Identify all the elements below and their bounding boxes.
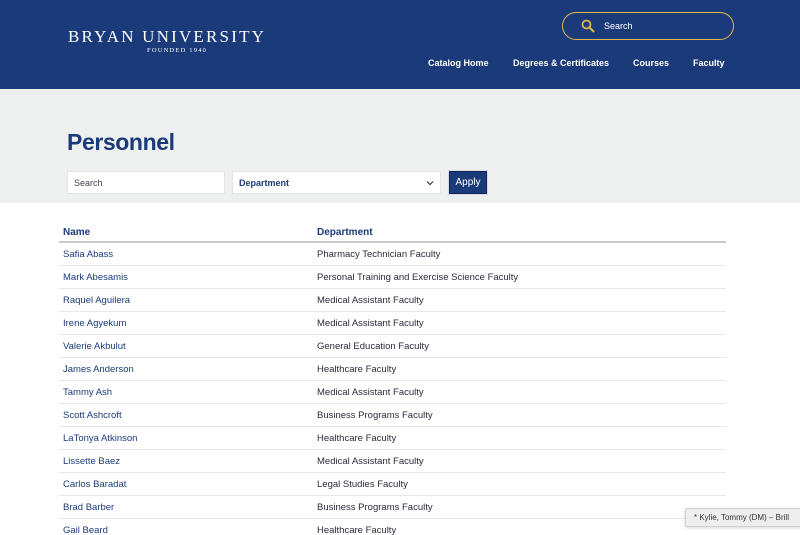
university-logo[interactable]: BRYAN UNIVERSITY FOUNDED 1940	[68, 27, 267, 55]
logo-name: BRYAN UNIVERSITY	[68, 27, 267, 46]
logo-founded: FOUNDED 1940	[147, 47, 208, 54]
personnel-department: Legal Studies Faculty	[317, 479, 408, 490]
nav-faculty[interactable]: Faculty	[693, 58, 725, 68]
personnel-table: Name Department Safia Abass Pharmacy Tech…	[59, 224, 726, 535]
table-row: Tammy Ash Medical Assistant Faculty	[59, 381, 726, 404]
table-row: Irene Agyekum Medical Assistant Faculty	[59, 312, 726, 335]
table-row: Gail Beard Healthcare Faculty	[59, 519, 726, 535]
personnel-name-link[interactable]: Scott Ashcroft	[63, 410, 122, 421]
personnel-department: Personal Training and Exercise Science F…	[317, 272, 519, 283]
personnel-department: Medical Assistant Faculty	[317, 318, 424, 329]
personnel-department: Healthcare Faculty	[317, 525, 397, 535]
personnel-department: Healthcare Faculty	[317, 433, 397, 444]
personnel-name-link[interactable]: Raquel Aguilera	[63, 295, 130, 306]
personnel-name-link[interactable]: Mark Abesamis	[63, 272, 128, 283]
table-row: Carlos Baradat Legal Studies Faculty	[59, 473, 726, 496]
personnel-name-link[interactable]: Valerie Akbulut	[63, 341, 126, 352]
personnel-department: Business Programs Faculty	[317, 502, 433, 513]
column-header-name[interactable]: Name	[63, 227, 90, 238]
personnel-department: Healthcare Faculty	[317, 364, 397, 375]
table-row: Brad Barber Business Programs Faculty	[59, 496, 726, 519]
apply-button[interactable]: Apply	[448, 170, 488, 195]
table-row: Valerie Akbulut General Education Faculty	[59, 335, 726, 358]
table-header: Name Department	[59, 224, 726, 243]
nav-catalog-home[interactable]: Catalog Home	[428, 58, 489, 68]
personnel-name-link[interactable]: Tammy Ash	[63, 387, 112, 398]
site-header: BRYAN UNIVERSITY FOUNDED 1940 Search Cat…	[0, 0, 800, 89]
table-row: Safia Abass Pharmacy Technician Faculty	[59, 243, 726, 266]
personnel-department: Medical Assistant Faculty	[317, 295, 424, 306]
chevron-down-icon	[426, 181, 434, 186]
department-select[interactable]: Department	[232, 171, 441, 194]
nav-courses[interactable]: Courses	[633, 58, 669, 68]
department-select-value: Department	[239, 177, 290, 188]
personnel-name-link[interactable]: LaTonya Atkinson	[63, 433, 137, 444]
personnel-name-link[interactable]: Safia Abass	[63, 249, 113, 260]
personnel-name-link[interactable]: Gail Beard	[63, 525, 108, 535]
header-search[interactable]: Search	[562, 12, 734, 40]
header-search-input[interactable]: Search	[604, 21, 633, 31]
page-title: Personnel	[67, 129, 175, 155]
personnel-name-link[interactable]: Brad Barber	[63, 502, 114, 513]
main-nav: Catalog Home Degrees & Certificates Cour…	[0, 58, 800, 72]
personnel-department: Medical Assistant Faculty	[317, 387, 424, 398]
table-row: LaTonya Atkinson Healthcare Faculty	[59, 427, 726, 450]
table-row: Raquel Aguilera Medical Assistant Faculty	[59, 289, 726, 312]
table-body: Safia Abass Pharmacy Technician Faculty Ma…	[59, 243, 726, 535]
table-row: Lissette Baez Medical Assistant Faculty	[59, 450, 726, 473]
personnel-name-link[interactable]: Carlos Baradat	[63, 479, 126, 490]
personnel-department: Medical Assistant Faculty	[317, 456, 424, 467]
personnel-name-link[interactable]: Lissette Baez	[63, 456, 120, 467]
table-row: Mark Abesamis Personal Training and Exerc…	[59, 266, 726, 289]
search-icon	[581, 19, 595, 33]
nav-degrees-certificates[interactable]: Degrees & Certificates	[513, 58, 609, 68]
table-row: Scott Ashcroft Business Programs Faculty	[59, 404, 726, 427]
notification-toast[interactable]: * Kylie, Tommy (DM) – Brill	[685, 508, 800, 527]
personnel-name-link[interactable]: Irene Agyekum	[63, 318, 126, 329]
personnel-department: General Education Faculty	[317, 341, 429, 352]
column-header-department[interactable]: Department	[317, 227, 373, 238]
personnel-department: Business Programs Faculty	[317, 410, 433, 421]
table-row: James Anderson Healthcare Faculty	[59, 358, 726, 381]
personnel-search-input[interactable]: Search	[67, 171, 225, 194]
personnel-name-link[interactable]: James Anderson	[63, 364, 134, 375]
personnel-department: Pharmacy Technician Faculty	[317, 249, 441, 260]
